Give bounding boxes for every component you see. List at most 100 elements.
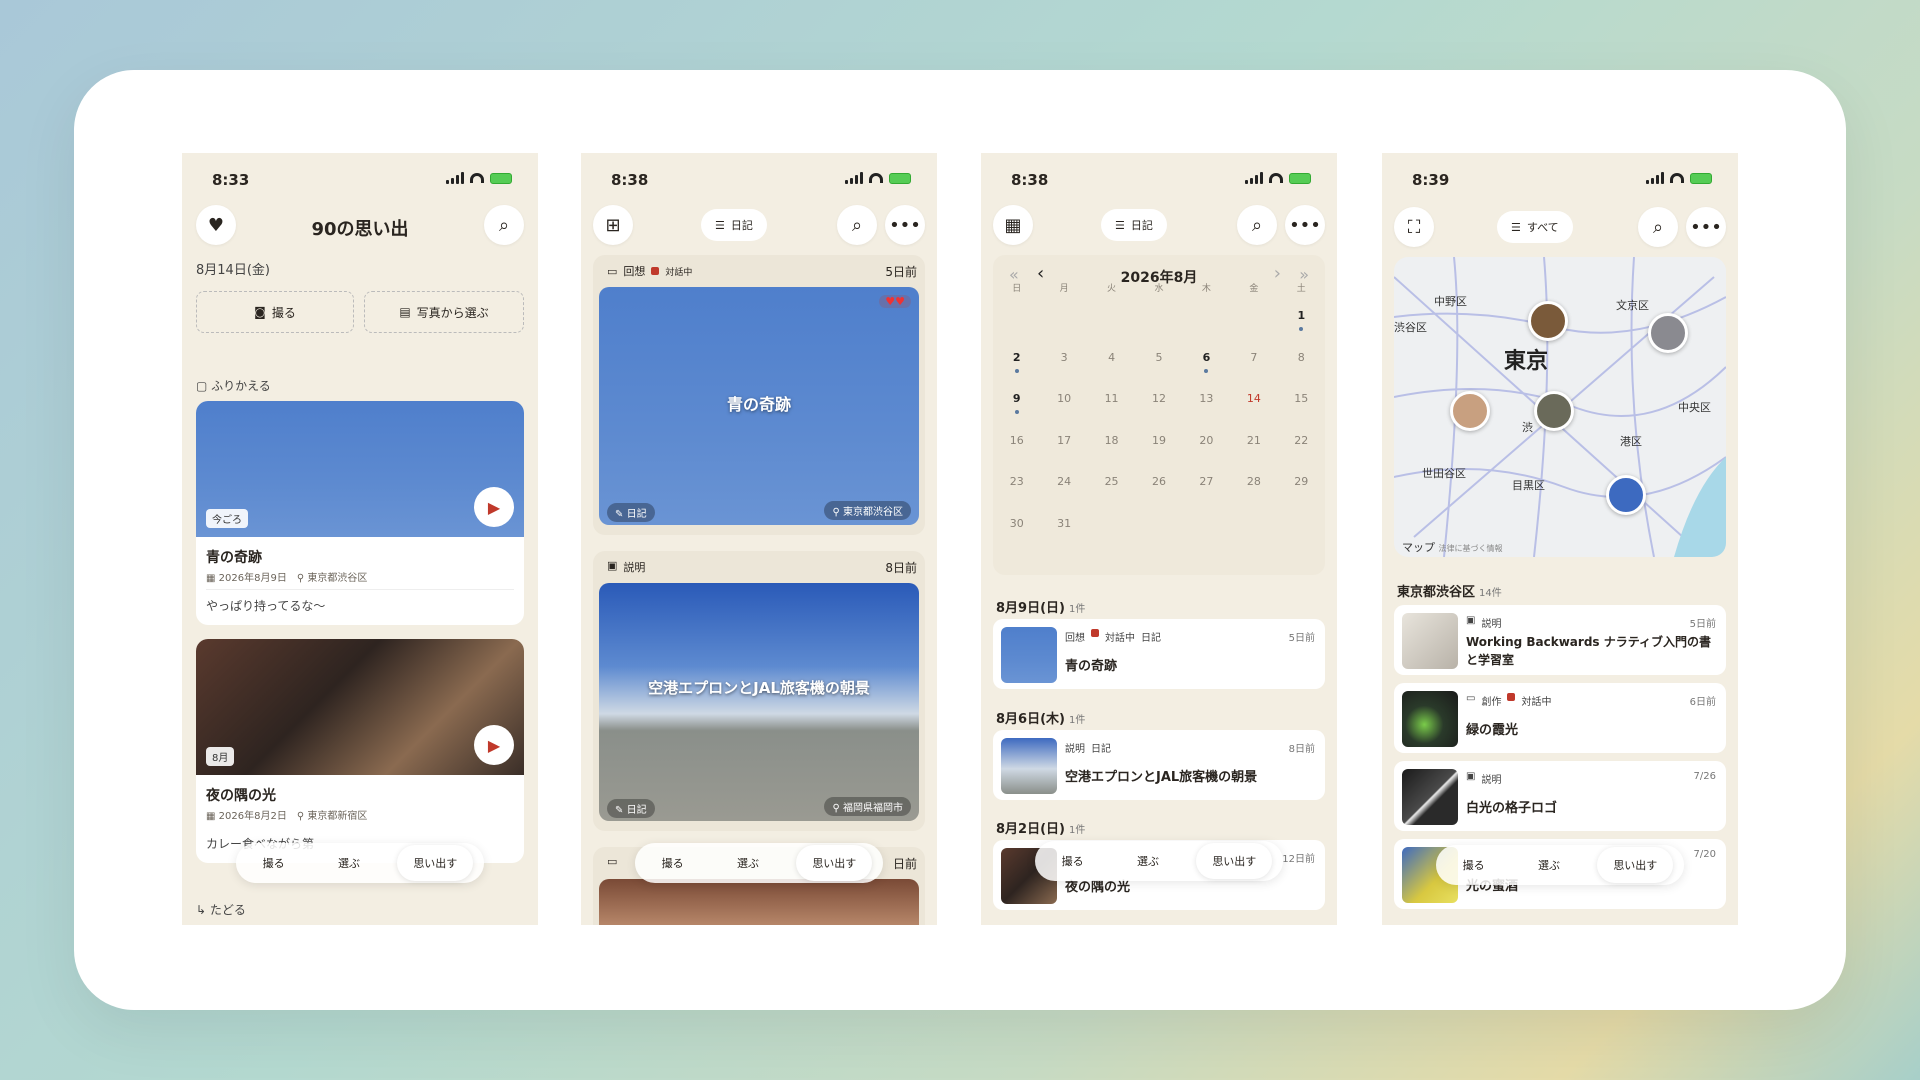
list-item[interactable]: ▭ 創作 対話中 6日前 緑の霞光 bbox=[1394, 683, 1726, 753]
map-legal-link[interactable]: 法律に基づく情報 bbox=[1439, 544, 1503, 553]
phone-map: 8:39 ⛶ ☰ すべて ⌕ ••• 中野区 文京区 渋谷区 中央区 港区 世田谷… bbox=[1382, 153, 1738, 925]
image-icon: ▣ bbox=[1466, 615, 1476, 626]
calendar-day[interactable]: 27 bbox=[1183, 471, 1230, 513]
calendar-day[interactable]: 25 bbox=[1088, 471, 1135, 513]
calendar-empty bbox=[993, 305, 1040, 347]
tab-pick[interactable]: 選ぶ bbox=[322, 845, 376, 881]
search-button[interactable]: ⌕ bbox=[837, 205, 877, 245]
filter-button[interactable]: ☰ 日記 bbox=[1101, 209, 1167, 241]
calendar-day[interactable]: 30 bbox=[993, 513, 1040, 555]
calendar-day[interactable]: 2 bbox=[993, 347, 1040, 389]
more-button[interactable]: ••• bbox=[885, 205, 925, 245]
grid-view-button[interactable]: ⊞ bbox=[593, 205, 633, 245]
tab-recall[interactable]: 思い出す bbox=[796, 845, 873, 881]
memory-card[interactable]: 8月 ▶ 夜の隅の光 ▦ 2026年8月2日 ⚲ 東京都新宿区 カレー食べながら… bbox=[196, 639, 524, 863]
filter-button[interactable]: ☰ すべて bbox=[1497, 211, 1573, 243]
map-photo-pin[interactable] bbox=[1606, 475, 1646, 515]
calendar-day[interactable]: 10 bbox=[1040, 388, 1087, 430]
thumbnail bbox=[1402, 769, 1458, 825]
diary-icon: ✎ bbox=[615, 509, 624, 520]
talking-icon bbox=[1091, 629, 1099, 637]
calendar-day[interactable]: 28 bbox=[1230, 471, 1277, 513]
pick-photo-button[interactable]: ▤ 写真から選ぶ bbox=[364, 291, 524, 333]
calendar-day[interactable]: 9 bbox=[993, 388, 1040, 430]
map-photo-pin[interactable] bbox=[1534, 391, 1574, 431]
feed-card[interactable]: ▭ 回想 対話中 5日前 青の奇跡 ♥♥ ✎ 日記 ⚲ 東京都渋谷区 bbox=[593, 255, 925, 535]
calendar-day[interactable]: 4 bbox=[1088, 347, 1135, 389]
calendar-day[interactable]: 18 bbox=[1088, 430, 1135, 472]
tab-pick[interactable]: 選ぶ bbox=[1522, 847, 1576, 883]
calendar-day[interactable]: 19 bbox=[1135, 430, 1182, 472]
calendar-day[interactable]: 24 bbox=[1040, 471, 1087, 513]
search-button[interactable]: ⌕ bbox=[1237, 205, 1277, 245]
tab-recall[interactable]: 思い出す bbox=[397, 845, 474, 881]
search-button[interactable]: ⌕ bbox=[1638, 207, 1678, 247]
search-button[interactable]: ⌕ bbox=[484, 205, 524, 245]
map-view-button[interactable]: ⛶ bbox=[1394, 207, 1434, 247]
list-item[interactable]: 回想 対話中 日記 5日前 青の奇跡 bbox=[993, 619, 1325, 689]
memory-title: 青の奇跡 bbox=[206, 550, 262, 566]
image-icon: ▣ bbox=[1466, 771, 1476, 782]
calendar-day[interactable]: 7 bbox=[1230, 347, 1277, 389]
calendar-day[interactable]: 23 bbox=[993, 471, 1040, 513]
group-count: 1件 bbox=[1068, 715, 1086, 726]
feed-card[interactable]: ▣ 説明 8日前 空港エプロンとJAL旅客機の朝景 ✎ 日記 ⚲ 福岡県福岡市 bbox=[593, 551, 925, 831]
calendar-day[interactable]: 20 bbox=[1183, 430, 1230, 472]
more-icon: ••• bbox=[889, 214, 921, 236]
calendar-day[interactable]: 8 bbox=[1278, 347, 1325, 389]
calendar-day[interactable]: 6 bbox=[1183, 347, 1230, 389]
thumbnail bbox=[1402, 691, 1458, 747]
filter-button[interactable]: ☰ 日記 bbox=[701, 209, 767, 241]
tab-bar: 撮る 選ぶ 思い出す bbox=[635, 843, 883, 883]
tag: 説明 bbox=[1065, 744, 1085, 755]
more-button[interactable]: ••• bbox=[1285, 205, 1325, 245]
map-view[interactable]: 中野区 文京区 渋谷区 中央区 港区 世田谷区 目黒区 渋 東京 マップ 法律に… bbox=[1394, 257, 1726, 557]
group-header: 8月6日(木) 1件 bbox=[996, 708, 1085, 727]
more-icon: ••• bbox=[1289, 214, 1321, 236]
calendar-day[interactable]: 21 bbox=[1230, 430, 1277, 472]
photos-icon: ▤ bbox=[399, 305, 411, 319]
calendar-day[interactable]: 12 bbox=[1135, 388, 1182, 430]
calendar-day[interactable]: 13 bbox=[1183, 388, 1230, 430]
tab-recall[interactable]: 思い出す bbox=[1597, 847, 1674, 883]
tab-shoot[interactable]: 撮る bbox=[247, 845, 301, 881]
calendar-day[interactable]: 15 bbox=[1278, 388, 1325, 430]
filter-label: 日記 bbox=[1130, 219, 1153, 232]
tab-pick[interactable]: 選ぶ bbox=[721, 845, 775, 881]
play-button[interactable]: ▶ bbox=[474, 725, 514, 765]
calendar-day[interactable]: 3 bbox=[1040, 347, 1087, 389]
list-item[interactable]: ▣ 説明 7/26 白光の格子ロゴ bbox=[1394, 761, 1726, 831]
map-label: 目黒区 bbox=[1512, 479, 1545, 492]
shoot-button[interactable]: ◙ 撮る bbox=[196, 291, 354, 333]
time-ago: 8日前 bbox=[885, 561, 917, 575]
calendar-day[interactable]: 1 bbox=[1278, 305, 1325, 347]
map-photo-pin[interactable] bbox=[1648, 313, 1688, 353]
tab-pick[interactable]: 選ぶ bbox=[1121, 843, 1175, 879]
search-icon: ⌕ bbox=[851, 214, 863, 236]
status-bar: 8:33 bbox=[182, 169, 538, 193]
list-item[interactable]: ▣ 説明 5日前 Working Backwards ナラティブ入門の書と学習室 bbox=[1394, 605, 1726, 675]
calendar-day[interactable]: 26 bbox=[1135, 471, 1182, 513]
list-item[interactable]: 説明 日記 8日前 空港エプロンとJAL旅客機の朝景 bbox=[993, 730, 1325, 800]
photo bbox=[599, 879, 919, 925]
tab-bar: 撮る 選ぶ 思い出す bbox=[1035, 841, 1283, 881]
more-button[interactable]: ••• bbox=[1686, 207, 1726, 247]
calendar-day[interactable]: 14 bbox=[1230, 388, 1277, 430]
map-photo-pin[interactable] bbox=[1450, 391, 1490, 431]
filter-label: 日記 bbox=[730, 219, 753, 232]
calendar-day[interactable]: 22 bbox=[1278, 430, 1325, 472]
tab-recall[interactable]: 思い出す bbox=[1196, 843, 1273, 879]
memory-card[interactable]: 今ごろ ▶ 青の奇跡 ▦ 2026年8月9日 ⚲ 東京都渋谷区 やっぱり持ってる… bbox=[196, 401, 524, 625]
calendar-day[interactable]: 17 bbox=[1040, 430, 1087, 472]
calendar-day[interactable]: 16 bbox=[993, 430, 1040, 472]
play-button[interactable]: ▶ bbox=[474, 487, 514, 527]
calendar-day[interactable]: 31 bbox=[1040, 513, 1087, 555]
map-photo-pin[interactable] bbox=[1528, 301, 1568, 341]
tab-shoot[interactable]: 撮る bbox=[1447, 847, 1501, 883]
calendar-day[interactable]: 29 bbox=[1278, 471, 1325, 513]
calendar-day[interactable]: 11 bbox=[1088, 388, 1135, 430]
tab-shoot[interactable]: 撮る bbox=[1046, 843, 1100, 879]
tab-shoot[interactable]: 撮る bbox=[646, 845, 700, 881]
calendar-view-button[interactable]: ▦ bbox=[993, 205, 1033, 245]
calendar-day[interactable]: 5 bbox=[1135, 347, 1182, 389]
